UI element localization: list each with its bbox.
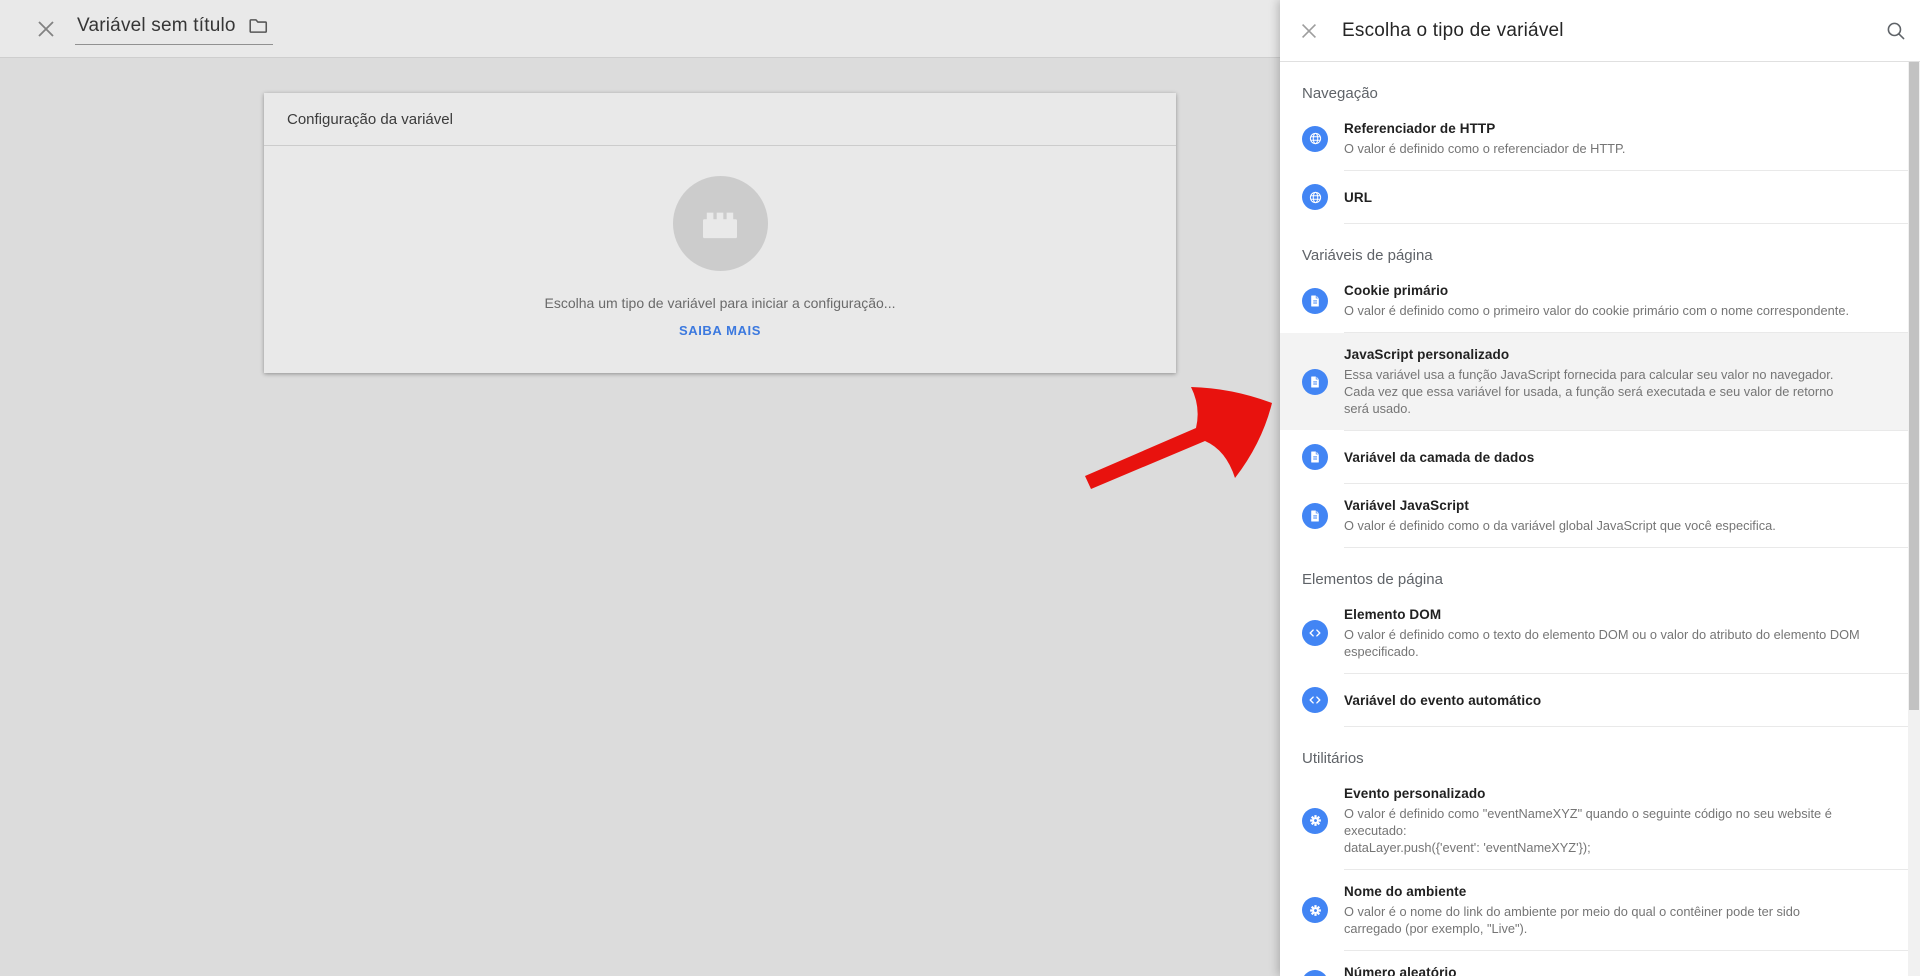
variable-type-item-referenciador-http[interactable]: Referenciador de HTTP O valor é definido… — [1280, 107, 1920, 170]
variable-type-item-javascript-personalizado[interactable]: JavaScript personalizado Essa variável u… — [1280, 333, 1920, 430]
variable-type-item-variavel-javascript[interactable]: Variável JavaScript O valor é definido c… — [1280, 484, 1920, 547]
item-title: Referenciador de HTTP — [1344, 120, 1625, 137]
item-desc: O valor é definido como o referenciador … — [1344, 140, 1625, 157]
variable-type-item-evento-automatico[interactable]: Variável do evento automático — [1280, 674, 1920, 726]
divider — [1344, 547, 1920, 548]
gear-icon — [1302, 970, 1328, 976]
item-desc: O valor é definido como o da variável gl… — [1344, 517, 1776, 534]
variable-type-item-evento-personalizado[interactable]: Evento personalizado O valor é definido … — [1280, 772, 1920, 869]
section-label-elementos-de-pagina: Elementos de página — [1302, 571, 1920, 588]
item-title: Evento personalizado — [1344, 785, 1860, 802]
document-icon — [1302, 503, 1328, 529]
search-icon[interactable] — [1885, 20, 1907, 42]
item-desc: O valor é definido como "eventNameXYZ" q… — [1344, 805, 1860, 856]
section-label-utilitarios: Utilitários — [1302, 750, 1920, 767]
item-desc: O valor é definido como o primeiro valor… — [1344, 302, 1849, 319]
item-title: Cookie primário — [1344, 282, 1849, 299]
item-title: Variável da camada de dados — [1344, 449, 1534, 466]
document-icon — [1302, 369, 1328, 395]
item-desc: O valor é o nome do link do ambiente por… — [1344, 903, 1860, 937]
variable-type-item-cookie-primario[interactable]: Cookie primário O valor é definido como … — [1280, 269, 1920, 332]
panel-scrollbar-thumb[interactable] — [1909, 62, 1919, 710]
variable-type-panel: Escolha o tipo de variável Navegação Ref… — [1280, 0, 1920, 976]
gear-icon — [1302, 897, 1328, 923]
variable-type-item-url[interactable]: URL — [1280, 171, 1920, 223]
item-title: URL — [1344, 189, 1372, 206]
code-icon — [1302, 620, 1328, 646]
panel-body: Navegação Referenciador de HTTP O valor … — [1280, 62, 1920, 976]
panel-header: Escolha o tipo de variável — [1280, 0, 1920, 62]
variable-type-item-camada-de-dados[interactable]: Variável da camada de dados — [1280, 431, 1920, 483]
section-label-variaveis-de-pagina: Variáveis de página — [1302, 247, 1920, 264]
divider — [1344, 726, 1920, 727]
variable-type-item-nome-do-ambiente[interactable]: Nome do ambiente O valor é o nome do lin… — [1280, 870, 1920, 950]
document-icon — [1302, 444, 1328, 470]
variable-type-item-elemento-dom[interactable]: Elemento DOM O valor é definido como o t… — [1280, 593, 1920, 673]
modal-dim-overlay — [0, 0, 1280, 976]
globe-icon — [1302, 126, 1328, 152]
variable-type-item-numero-aleatorio[interactable]: Número aleatório O valor é definido como… — [1280, 951, 1920, 976]
item-title: Elemento DOM — [1344, 606, 1860, 623]
panel-scrollbar-track[interactable] — [1908, 62, 1920, 976]
document-icon — [1302, 288, 1328, 314]
panel-close-icon[interactable] — [1298, 20, 1320, 42]
item-desc: Essa variável usa a função JavaScript fo… — [1344, 366, 1860, 417]
item-title: JavaScript personalizado — [1344, 346, 1860, 363]
item-title: Variável JavaScript — [1344, 497, 1776, 514]
item-title: Variável do evento automático — [1344, 692, 1541, 709]
globe-icon — [1302, 184, 1328, 210]
panel-title: Escolha o tipo de variável — [1342, 20, 1564, 42]
item-title: Número aleatório — [1344, 964, 1732, 976]
item-desc: O valor é definido como o texto do eleme… — [1344, 626, 1860, 660]
code-icon — [1302, 687, 1328, 713]
item-title: Nome do ambiente — [1344, 883, 1860, 900]
section-label-navegacao: Navegação — [1302, 85, 1920, 102]
divider — [1344, 223, 1920, 224]
gear-icon — [1302, 808, 1328, 834]
